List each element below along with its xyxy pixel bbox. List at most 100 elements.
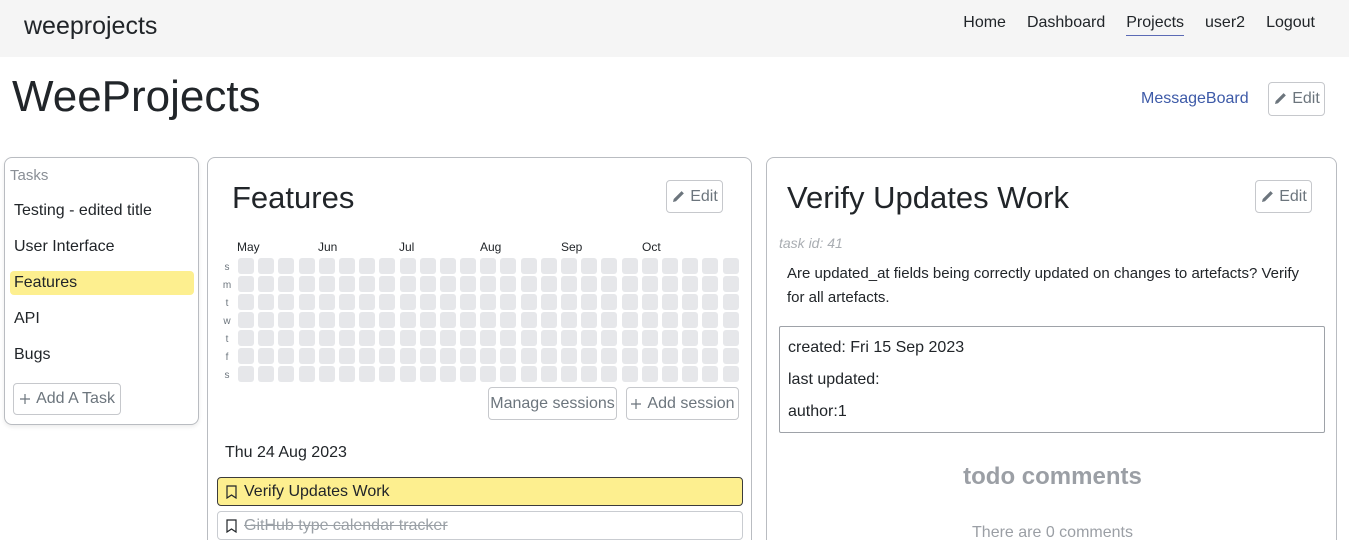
calendar-day-cell: [722, 366, 739, 382]
calendar-day-cell: [682, 258, 699, 274]
calendar-day-cell: [682, 330, 699, 346]
nav-logout[interactable]: Logout: [1266, 14, 1315, 36]
calendar-day-cell: [278, 258, 295, 274]
task-item[interactable]: User Interface: [10, 235, 194, 259]
calendar-day-cell: [682, 366, 699, 382]
calendar-day-cell: [621, 294, 638, 310]
calendar-day-cell: [661, 276, 678, 292]
calendar-day-cell: [238, 366, 254, 382]
calendar-day-cell: [460, 294, 477, 310]
nav-dashboard[interactable]: Dashboard: [1027, 14, 1105, 36]
calendar-day-cell: [258, 366, 275, 382]
calendar-day-cell: [601, 312, 618, 328]
calendar-day-cell: [318, 348, 335, 364]
calendar-day-cell: [601, 330, 618, 346]
calendar-day-cell: [338, 258, 355, 274]
calendar-day-cell: [460, 330, 477, 346]
calendar-day-cell: [561, 258, 577, 274]
task-item[interactable]: API: [10, 307, 194, 331]
manage-sessions-label: Manage sessions: [490, 394, 615, 412]
calendar-day-cell: [359, 312, 376, 328]
calendar-day-cell: [641, 312, 658, 328]
page-title: WeeProjects: [12, 72, 261, 121]
activity-calendar-grid: [238, 258, 739, 382]
task-item-selected[interactable]: Features: [10, 271, 194, 295]
calendar-day-cell: [702, 348, 719, 364]
calendar-day-cell: [379, 258, 396, 274]
day-label: f: [225, 352, 229, 363]
add-task-button[interactable]: Add A Task: [13, 383, 121, 415]
manage-sessions-button[interactable]: Manage sessions: [488, 387, 617, 420]
calendar-day-cell: [561, 294, 577, 310]
calendar-day-cell: [318, 294, 335, 310]
nav-user[interactable]: user2: [1205, 14, 1245, 36]
calendar-day-cell: [258, 258, 275, 274]
calendar-day-cell: [520, 366, 537, 382]
calendar-day-cell: [682, 276, 699, 292]
calendar-day-cell: [682, 312, 699, 328]
detail-title: Verify Updates Work: [787, 180, 1069, 215]
calendar-day-cell: [561, 366, 577, 382]
calendar-day-cell: [359, 276, 376, 292]
task-item[interactable]: Bugs: [10, 343, 194, 367]
calendar-day-cell: [500, 348, 517, 364]
task-edit-button[interactable]: Edit: [666, 180, 723, 213]
messageboard-link[interactable]: MessageBoard: [1141, 90, 1249, 108]
calendar-day-cell: [641, 348, 658, 364]
calendar-day-cell: [238, 312, 254, 328]
calendar-day-cell: [480, 276, 497, 292]
add-task-label: Add A Task: [36, 390, 115, 407]
calendar-day-cell: [702, 330, 719, 346]
calendar-day-cell: [379, 312, 396, 328]
calendar-day-cell: [702, 258, 719, 274]
project-edit-button[interactable]: Edit: [1268, 82, 1325, 116]
calendar-day-cell: [238, 276, 254, 292]
session-item-done[interactable]: GitHub type calendar tracker: [217, 511, 743, 540]
detail-edit-button[interactable]: Edit: [1255, 180, 1312, 213]
calendar-day-cell: [702, 294, 719, 310]
calendar-day-cell: [641, 366, 658, 382]
pencil-icon: [1262, 190, 1274, 202]
calendar-day-cell: [722, 258, 739, 274]
calendar-day-cell: [379, 348, 396, 364]
calendar-day-cell: [641, 294, 658, 310]
calendar-day-cell: [318, 312, 335, 328]
calendar-day-cell: [419, 330, 436, 346]
calendar-day-cell: [338, 330, 355, 346]
session-date: Thu 24 Aug 2023: [225, 444, 347, 461]
edit-label: Edit: [1279, 187, 1307, 205]
calendar-day-cell: [298, 312, 315, 328]
nav-projects[interactable]: Projects: [1126, 14, 1185, 36]
comments-title: todo comments: [963, 463, 1142, 490]
task-item[interactable]: Testing - edited title: [10, 199, 194, 223]
calendar-day-cell: [399, 276, 416, 292]
calendar-day-cell: [601, 294, 618, 310]
calendar-day-cell: [641, 258, 658, 274]
calendar-day-cell: [581, 348, 598, 364]
add-session-button[interactable]: Add session: [626, 387, 739, 420]
calendar-day-cell: [500, 294, 517, 310]
calendar-day-cell: [480, 258, 497, 274]
calendar-day-cell: [540, 330, 557, 346]
calendar-day-cell: [419, 312, 436, 328]
calendar-day-cell: [298, 294, 315, 310]
calendar-day-cell: [399, 366, 416, 382]
last-updated-text: last updated:: [788, 371, 880, 388]
calendar-day-cell: [238, 258, 254, 274]
calendar-day-cell: [399, 258, 416, 274]
brand-logo[interactable]: weeprojects: [24, 12, 157, 41]
calendar-day-cell: [359, 258, 376, 274]
calendar-day-cell: [581, 330, 598, 346]
bookmark-icon: [226, 518, 237, 533]
created-text: created: Fri 15 Sep 2023: [788, 339, 965, 356]
calendar-day-cell: [379, 276, 396, 292]
calendar-day-cell: [419, 348, 436, 364]
calendar-day-cell: [318, 258, 335, 274]
calendar-months: May Jun Jul Aug Sep Oct: [237, 240, 757, 254]
calendar-day-cell: [338, 294, 355, 310]
nav-home[interactable]: Home: [963, 14, 1006, 36]
calendar-day-cell: [278, 294, 295, 310]
calendar-day-cell: [338, 366, 355, 382]
calendar-day-cell: [520, 276, 537, 292]
session-item-active[interactable]: Verify Updates Work: [217, 477, 743, 506]
